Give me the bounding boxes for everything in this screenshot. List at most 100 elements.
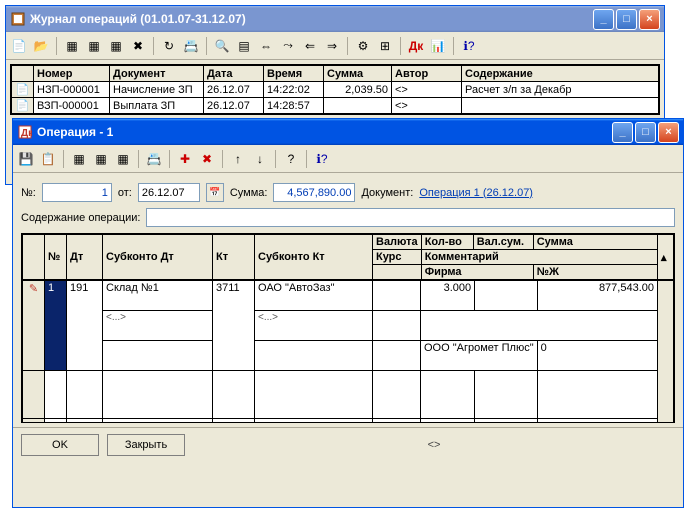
cell-nj[interactable]: 0	[537, 341, 657, 371]
cell-subkt3[interactable]	[255, 341, 373, 371]
range-icon[interactable]: ⇔	[257, 37, 275, 55]
journal-close-button[interactable]: ×	[639, 9, 660, 30]
journal-maximize-button[interactable]: □	[616, 9, 637, 30]
del-row-icon[interactable]: ▦	[114, 150, 132, 168]
cell-kt[interactable]: 3711	[213, 281, 255, 371]
left-icon[interactable]: ⇐	[301, 37, 319, 55]
card-icon[interactable]: 📇	[182, 37, 200, 55]
journal-row[interactable]: 📄 НЗП-000001 Начисление ЗП 26.12.07 14:2…	[12, 82, 659, 98]
calendar-button[interactable]: 📅	[206, 183, 224, 202]
grid-col-currency[interactable]: Валюта	[373, 235, 422, 250]
cell-summa[interactable]: 877,543.00	[537, 281, 657, 311]
remove-icon[interactable]: ✖	[198, 150, 216, 168]
grid-col-firm[interactable]: Фирма	[421, 265, 533, 280]
grid-data-row-sub2[interactable]: ООО "Агромет Плюс" 0	[23, 341, 674, 371]
journal-col-sum[interactable]: Сумма	[324, 66, 392, 82]
grid2-icon[interactable]: ▦	[85, 37, 103, 55]
number-field[interactable]	[42, 183, 112, 202]
grid-scrollbar[interactable]	[658, 281, 674, 423]
content-field[interactable]	[146, 208, 675, 227]
cell-n[interactable]: 1	[45, 281, 67, 371]
date-field[interactable]	[138, 183, 200, 202]
operation-titlebar[interactable]: Дк Операция - 1 _ □ ×	[13, 119, 683, 145]
journal-row[interactable]: 📄 ВЗП-000001 Выплата ЗП 26.12.07 14:28:5…	[12, 98, 659, 114]
copy-row-icon[interactable]: ▦	[92, 150, 110, 168]
journal-col-author[interactable]: Автор	[392, 66, 462, 82]
search-icon[interactable]: 🔍	[213, 37, 231, 55]
operation-toolbar: 💾 📋 ▦ ▦ ▦ 📇 ✚ ✖ ↑ ↓ ? ℹ?	[13, 145, 683, 173]
grid-col-dt[interactable]: Дт	[67, 235, 103, 280]
cell-currency[interactable]	[373, 281, 421, 311]
help2-icon[interactable]: ?	[282, 150, 300, 168]
cell-blank2[interactable]	[373, 341, 421, 371]
journal-col-date[interactable]: Дата	[204, 66, 264, 82]
grid-col-n[interactable]: №	[45, 235, 67, 280]
grid-col-valsum[interactable]: Вал.сум.	[473, 235, 533, 250]
operation-minimize-button[interactable]: _	[612, 122, 633, 143]
grid-col-nj[interactable]: №Ж	[533, 265, 657, 280]
grid-col-qty[interactable]: Кол-во	[421, 235, 473, 250]
grid-data-row-sub1[interactable]: <...> <...>	[23, 311, 674, 341]
grid-data-row[interactable]: 1 191 Склад №1 3711 ОАО "АвтоЗаз" 3.000 …	[23, 281, 674, 311]
cell-subkt[interactable]: ОАО "АвтоЗаз"	[255, 281, 373, 311]
journal-titlebar[interactable]: Журнал операций (01.01.07-31.12.07) _ □ …	[6, 6, 664, 32]
grid-empty-row[interactable]	[23, 419, 674, 423]
insert-icon[interactable]: ✚	[176, 150, 194, 168]
ok-button[interactable]: OK	[21, 434, 99, 456]
grid-col-rate[interactable]: Курс	[373, 250, 422, 265]
journal-col-number[interactable]: Номер	[34, 66, 110, 82]
journal-minimize-button[interactable]: _	[593, 9, 614, 30]
dk-icon[interactable]: Дк	[407, 37, 425, 55]
operation-maximize-button[interactable]: □	[635, 122, 656, 143]
document-link[interactable]: Операция 1 (26.12.07)	[419, 187, 533, 199]
cell-subdt2[interactable]: <...>	[103, 311, 213, 341]
grid-col-kt[interactable]: Кт	[213, 235, 255, 280]
grid-icon[interactable]: ▦	[63, 37, 81, 55]
open-icon[interactable]: 📂	[32, 37, 50, 55]
new-icon[interactable]: 📄	[10, 37, 28, 55]
cell-subkt2[interactable]: <...>	[255, 311, 373, 341]
cell-comment[interactable]	[421, 311, 658, 341]
right-icon[interactable]: ⇒	[323, 37, 341, 55]
new-line-icon[interactable]: 📋	[39, 150, 57, 168]
cell-subdt[interactable]: Склад №1	[103, 281, 213, 311]
move-up-icon[interactable]: ↑	[229, 150, 247, 168]
help-icon[interactable]: ℹ?	[460, 37, 478, 55]
add-row-icon[interactable]: ▦	[70, 150, 88, 168]
journal-col-content[interactable]: Содержание	[462, 66, 659, 82]
operation-grid[interactable]: № Дт Субконто Дт Кт Субконто Кт Валюта К…	[21, 233, 675, 423]
props-icon[interactable]: ⚙	[354, 37, 372, 55]
move-down-icon[interactable]: ↓	[251, 150, 269, 168]
journal-grid[interactable]: Номер Документ Дата Время Сумма Автор Со…	[10, 64, 660, 115]
cell-sum	[324, 98, 392, 114]
chart-icon[interactable]: 📊	[429, 37, 447, 55]
grid-col-subkt[interactable]: Субконто Кт	[255, 235, 373, 280]
grid-col-comment[interactable]: Комментарий	[421, 250, 657, 265]
grid-scroll-up[interactable]: ▴	[658, 235, 674, 280]
label-document: Документ:	[361, 187, 413, 199]
filter-icon[interactable]: ▤	[235, 37, 253, 55]
cell-qty[interactable]: 3.000	[421, 281, 475, 311]
cell-firm[interactable]: ООО "Агромет Плюс"	[421, 341, 538, 371]
close-button[interactable]: Закрыть	[107, 434, 185, 456]
cell-dt[interactable]: 191	[67, 281, 103, 371]
grid-empty-row[interactable]	[23, 371, 674, 419]
cell-subdt3[interactable]	[103, 341, 213, 371]
info-help-icon[interactable]: ℹ?	[313, 150, 331, 168]
grid-col-summa[interactable]: Сумма	[533, 235, 657, 250]
operation-close-button[interactable]: ×	[658, 122, 679, 143]
cell-rate[interactable]	[373, 311, 421, 341]
journal-col-document[interactable]: Документ	[110, 66, 204, 82]
cards-icon[interactable]: 📇	[145, 150, 163, 168]
cell-valsum[interactable]	[475, 281, 537, 311]
tree-icon[interactable]: ⊞	[376, 37, 394, 55]
grid3-icon[interactable]: ▦	[107, 37, 125, 55]
grid-col-subdt[interactable]: Субконто Дт	[103, 235, 213, 280]
goto-icon[interactable]: ⤳	[279, 37, 297, 55]
sum-field[interactable]	[273, 183, 355, 202]
delete-icon[interactable]: ✖	[129, 37, 147, 55]
operation-body: №: от: 📅 Сумма: Документ: Операция 1 (26…	[13, 173, 683, 427]
save-icon[interactable]: 💾	[17, 150, 35, 168]
refresh-icon[interactable]: ↻	[160, 37, 178, 55]
journal-col-time[interactable]: Время	[264, 66, 324, 82]
